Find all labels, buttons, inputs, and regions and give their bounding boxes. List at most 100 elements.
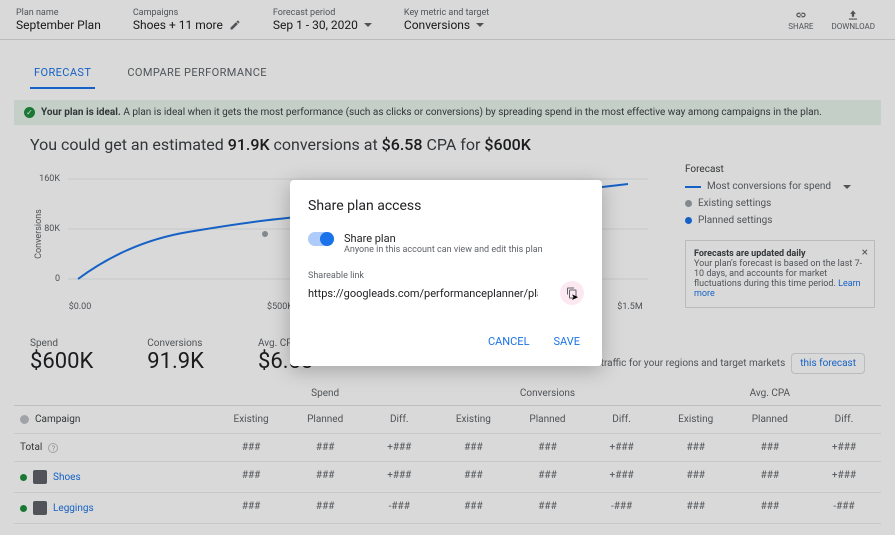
col-diff: Diff.: [585, 406, 659, 433]
table-cell: ###: [733, 462, 807, 492]
tab-forecast[interactable]: FORECAST: [30, 58, 95, 89]
modal-actions: CANCEL SAVE: [308, 329, 584, 354]
col-planned: Planned: [733, 406, 807, 433]
edit-icon[interactable]: [229, 19, 241, 31]
status-dot-icon: [20, 505, 27, 512]
chart-side: Forecast Most conversions for spend Exis…: [685, 164, 875, 314]
metric-value: $600K: [30, 349, 93, 374]
table-cell: ###: [436, 462, 510, 492]
traffic-note: Normal traffic for your regions and targ…: [565, 353, 865, 374]
col-group-spend: Spend: [214, 382, 436, 405]
table-cell: ###: [214, 462, 288, 492]
campaigns-value[interactable]: Shoes + 11 more: [133, 18, 241, 32]
metric-field[interactable]: Key metric and target Conversions: [388, 0, 505, 39]
y-axis-label: Conversions: [34, 209, 44, 259]
period-label: Forecast period: [273, 8, 372, 18]
top-bar: Plan name September Plan Campaigns Shoes…: [0, 0, 895, 40]
headline-mid2: CPA for: [426, 135, 480, 154]
campaigns-text: Shoes + 11 more: [133, 18, 223, 32]
banner-lead: Your plan is ideal.: [41, 107, 121, 118]
table-cell: ###: [659, 493, 733, 523]
legend-option: Most conversions for spend: [707, 181, 831, 192]
existing-point: [262, 231, 268, 237]
ideal-banner: ✓ Your plan is ideal. A plan is ideal wh…: [14, 100, 881, 125]
save-button[interactable]: SAVE: [550, 329, 585, 354]
table-cell: -###: [362, 493, 436, 523]
table-row: Total ?######+#########+#########+###: [14, 434, 881, 462]
status-dot-icon: [20, 474, 27, 481]
table-cell: ###: [510, 493, 584, 523]
copy-button[interactable]: ➤: [560, 281, 584, 305]
dot-icon: [685, 200, 692, 207]
x-tick: $0.00: [69, 302, 92, 312]
metric-label: Conversions: [147, 338, 204, 349]
download-label: DOWNLOAD: [831, 22, 875, 31]
share-button[interactable]: SHARE: [788, 8, 813, 31]
share-link-input[interactable]: [308, 287, 538, 300]
table-cell: ###: [510, 462, 584, 492]
col-existing: Existing: [436, 406, 510, 433]
share-toggle[interactable]: [308, 232, 334, 246]
metric-label: Spend: [30, 338, 93, 349]
line-icon: [685, 186, 701, 188]
legend-planned: Planned settings: [685, 215, 875, 226]
legend-existing: Existing settings: [685, 198, 875, 209]
dot-icon: [685, 217, 692, 224]
table-cell: ###: [288, 493, 362, 523]
table-cell: -###: [807, 493, 881, 523]
table-cell: +###: [807, 434, 881, 461]
cursor-icon: ➤: [571, 293, 579, 303]
headline-spend: $600K: [484, 135, 530, 154]
col-existing: Existing: [214, 406, 288, 433]
plan-name-value[interactable]: September Plan: [16, 18, 101, 32]
toggle-text: Share plan Anyone in this account can vi…: [344, 232, 543, 255]
period-field[interactable]: Forecast period Sep 1 - 30, 2020: [257, 0, 388, 39]
metric-value: Conversions: [404, 18, 489, 32]
forecast-headline: You could get an estimated 91.9K convers…: [30, 135, 865, 154]
table-cell: ###: [436, 493, 510, 523]
download-button[interactable]: DOWNLOAD: [831, 8, 875, 31]
side-title: Forecast: [685, 164, 875, 175]
metric-conversions: Conversions 91.9K: [147, 338, 204, 374]
col-diff: Diff.: [807, 406, 881, 433]
table-cell: +###: [362, 434, 436, 461]
row-label: Total: [20, 442, 42, 453]
info-icon[interactable]: ?: [48, 443, 58, 453]
col-planned: Planned: [510, 406, 584, 433]
table-cell: ###: [436, 434, 510, 461]
col-group-conversions: Conversions: [436, 382, 658, 405]
toggle-sub: Anyone in this account can view and edit…: [344, 245, 543, 255]
adjust-forecast-button[interactable]: this forecast: [791, 353, 865, 374]
link-label: Shareable link: [308, 271, 584, 281]
table-cell: ###: [214, 434, 288, 461]
y-tick: 160K: [39, 174, 60, 184]
tab-compare[interactable]: COMPARE PERFORMANCE: [123, 58, 271, 89]
campaign-link[interactable]: Shoes: [53, 472, 81, 483]
table-cell: ###: [733, 493, 807, 523]
col-existing: Existing: [659, 406, 733, 433]
table-group-header: Spend Conversions Avg. CPA: [14, 382, 881, 406]
chevron-down-icon: [843, 185, 851, 189]
table-header: Campaign Existing Planned Diff. Existing…: [14, 406, 881, 434]
close-icon[interactable]: ×: [862, 245, 868, 259]
banner-body: A plan is ideal when it gets the most pe…: [123, 107, 821, 118]
headline-pre: You could get an estimated: [30, 135, 224, 154]
table-cell: +###: [585, 462, 659, 492]
x-tick: $1.5M: [617, 302, 642, 312]
cancel-button[interactable]: CANCEL: [484, 329, 534, 354]
info-body: Your plan's forecast is based on the las…: [694, 259, 862, 289]
link-field: ➤: [308, 281, 584, 305]
headline-conversions: 91.9K: [228, 135, 270, 154]
campaign-link[interactable]: Leggings: [53, 503, 94, 514]
modal-title: Share plan access: [308, 198, 584, 214]
campaigns-label: Campaigns: [133, 8, 241, 18]
metric-text: Conversions: [404, 18, 470, 32]
headline-mid1: conversions at: [274, 135, 378, 154]
metric-spend: Spend $600K: [30, 338, 93, 374]
campaign-table: Spend Conversions Avg. CPA Campaign Exis…: [14, 382, 881, 524]
legend-select[interactable]: Most conversions for spend: [685, 181, 875, 192]
table-cell: +###: [362, 462, 436, 492]
legend-existing-label: Existing settings: [698, 198, 771, 209]
y-tick: 0: [55, 274, 60, 284]
campaign-icon: [33, 470, 47, 484]
